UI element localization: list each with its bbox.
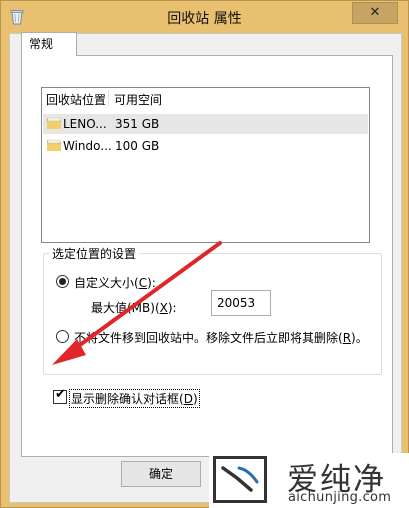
column-header-location[interactable]: 回收站位置 [46,91,106,108]
delete-immediately-radio[interactable] [56,330,69,343]
group-title: 选定位置的设置 [49,245,140,262]
location-settings-group: 选定位置的设置 自定义大小(C): 最大值(MB)(X): 不将文件移到回收站中… [43,245,382,375]
watermark-url: aichunjing.com [288,490,392,505]
location-list[interactable]: 回收站位置 可用空间 LENO... 351 GB Windo... 100 G… [41,87,370,243]
folder-icon [46,139,62,152]
tab-general[interactable]: 常规 [21,32,77,56]
checkmark-icon: ✔ [55,387,66,402]
properties-window: 回收站 属性 ✕ 常规 回收站位置 可用空间 LENO... 351 GB Wi… [0,0,409,508]
custom-size-radio[interactable] [56,275,69,288]
list-item[interactable]: LENO... 351 GB [43,114,368,134]
list-item[interactable]: Windo... 100 GB [43,136,368,156]
location-name: Windo... [63,139,112,153]
column-header-free-space[interactable]: 可用空间 [114,91,162,108]
max-size-input[interactable] [211,290,271,316]
dialog-client-area: 常规 回收站位置 可用空间 LENO... 351 GB Windo... 10… [9,32,402,503]
radio-selected-dot [59,278,66,285]
location-name: LENO... [63,117,107,131]
general-tab-panel: 回收站位置 可用空间 LENO... 351 GB Windo... 100 G… [21,55,393,457]
ok-button[interactable]: 确定 [121,461,201,487]
site-watermark: 爱纯净 aichunjing.com [209,453,409,508]
location-free-space: 100 GB [115,139,160,153]
aichunjing-logo-icon [213,456,267,503]
location-free-space: 351 GB [115,117,160,131]
show-confirm-checkbox[interactable]: ✔ [53,387,67,404]
window-title: 回收站 属性 [167,11,242,27]
folder-icon [46,117,62,130]
title-bar[interactable]: 回收站 属性 ✕ [1,1,408,33]
max-size-label: 最大值(MB)(X): [91,301,177,315]
custom-size-label[interactable]: 自定义大小(C): [74,274,156,291]
delete-immediately-label[interactable]: 不将文件移到回收站中。移除文件后立即将其删除(R)。 [74,329,368,346]
close-button[interactable]: ✕ [352,2,398,24]
column-divider[interactable] [108,90,109,106]
show-confirm-label[interactable]: 显示删除确认对话框(D) [69,389,200,408]
location-list-header: 回收站位置 可用空间 [42,88,369,108]
close-icon: ✕ [369,5,381,20]
